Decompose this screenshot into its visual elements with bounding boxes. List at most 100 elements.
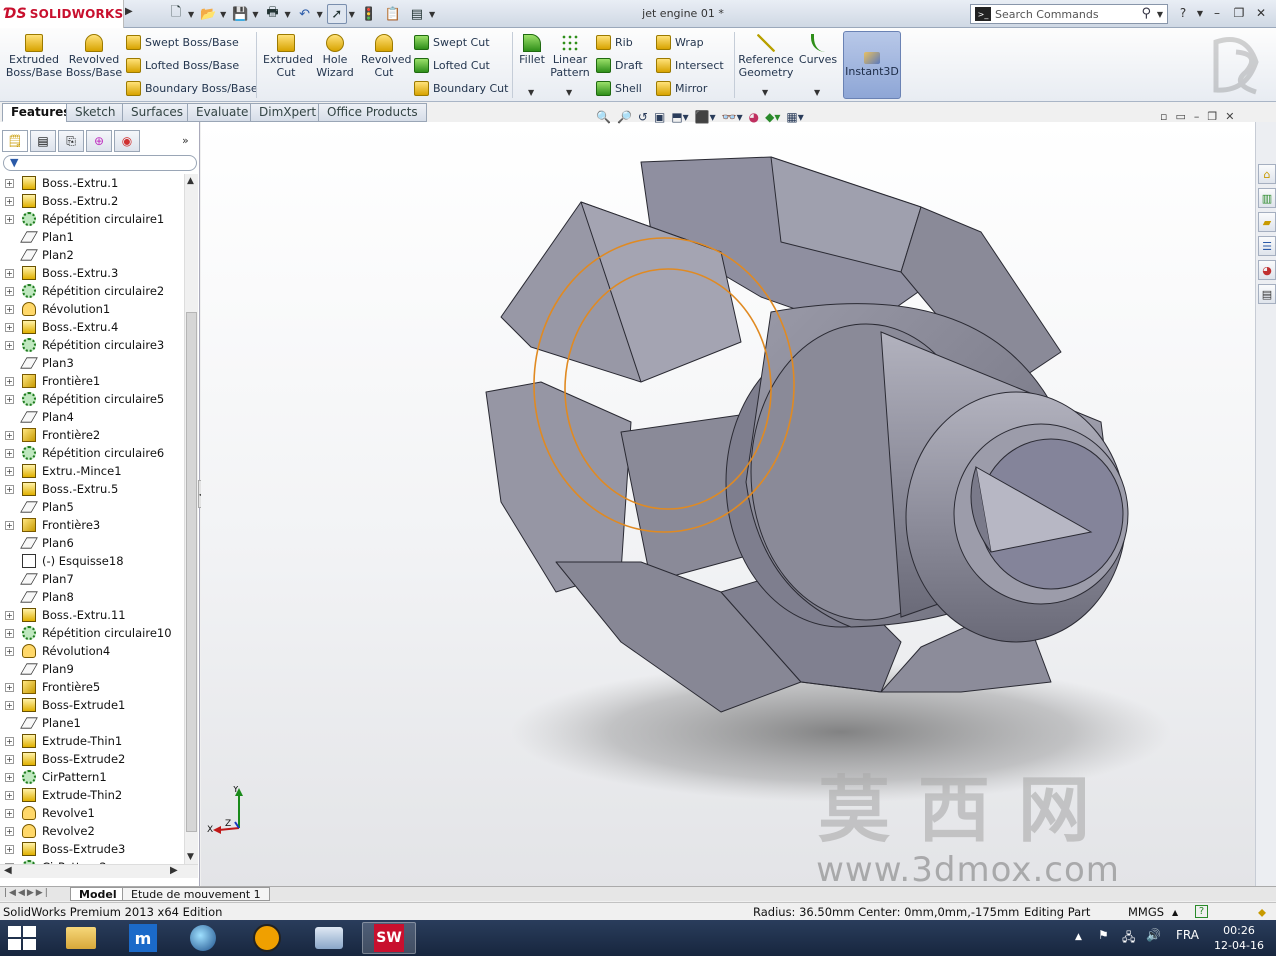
expand-icon[interactable]: + [5,322,14,332]
expand-icon[interactable]: + [5,610,14,620]
scroll-right-icon[interactable]: ▶ [170,865,178,876]
feature-tree-item[interactable]: + Répétition circulaire5 [0,390,184,408]
dropdown-icon[interactable]: ▼ [429,10,435,19]
dropdown-icon[interactable]: ▼ [220,10,226,19]
expand-icon[interactable]: + [5,430,14,440]
view-palette-icon[interactable]: ☰ [1258,236,1276,256]
instant3d-button[interactable]: Instant3D [843,31,901,99]
viewport-minimize-icon[interactable]: – [1194,110,1200,123]
feature-tree-item[interactable]: + Boss.-Extru.4 [0,318,184,336]
tree-vertical-scrollbar[interactable]: ▲ ▼ [184,174,198,864]
feature-tree-item[interactable]: Plan4 [0,408,184,426]
reference-dropdown-icon[interactable]: ▼ [762,88,768,97]
extruded-cut-button[interactable]: Extruded Cut [260,34,313,79]
tab-motion-study[interactable]: Etude de mouvement 1 [122,887,270,901]
help-dropdown-icon[interactable]: ▼ [1196,4,1204,22]
hole-wizard-button[interactable]: Hole Wizard [312,34,358,79]
feature-tree-item[interactable]: + Répétition circulaire3 [0,336,184,354]
rebuild-icon[interactable]: 🚦 [359,4,379,24]
feature-tree-item[interactable]: + Revolve2 [0,822,184,840]
feature-tree-item[interactable]: + Boss.-Extru.5 [0,480,184,498]
rib-button[interactable]: Rib [596,32,633,52]
store-taskbar-icon[interactable]: m [116,922,170,954]
more-tabs-icon[interactable]: » [182,134,189,147]
swept-cut-button[interactable]: Swept Cut [414,32,490,52]
tab-dimxpert[interactable]: DimXpert [250,103,326,122]
expand-icon[interactable]: + [5,736,14,746]
feature-tree-item[interactable]: + Extru.-Mince1 [0,462,184,480]
feature-tree-item[interactable]: Plan6 [0,534,184,552]
expand-icon[interactable]: + [5,790,14,800]
property-manager-tab-icon[interactable]: ▤ [30,130,56,152]
minimize-icon[interactable]: – [1208,4,1226,22]
feature-tree-item[interactable]: + Boss.-Extru.11 [0,606,184,624]
search-commands-box[interactable]: >_ Search Commands ⚲ ▼ [970,4,1168,24]
app-boat-taskbar-icon[interactable] [302,922,356,954]
restore-icon[interactable]: ❐ [1230,4,1248,22]
custom-properties-icon[interactable]: ▤ [1258,284,1276,304]
tab-surfaces[interactable]: Surfaces [122,103,192,122]
file-properties-icon[interactable]: 📋 [383,4,403,24]
scroll-left-icon[interactable]: ◀ [4,865,12,876]
expand-icon[interactable]: + [5,772,14,782]
zoom-to-area-icon[interactable]: 🔎 [617,110,632,124]
expand-icon[interactable]: + [5,646,14,656]
expand-icon[interactable]: + [5,700,14,710]
feature-tree-item[interactable]: Plan2 [0,246,184,264]
graphics-area[interactable]: Y Z X 莫西网 www.3dmox.com [201,122,1255,886]
section-view-icon[interactable]: ▣ [654,110,665,124]
tree-horizontal-scrollbar[interactable]: ◀ ▶ [0,864,198,878]
expand-icon[interactable]: + [5,844,14,854]
reference-geometry-button[interactable]: Reference Geometry [738,34,794,79]
curves-dropdown-icon[interactable]: ▼ [814,88,820,97]
units-dropdown-icon[interactable]: ▲ [1172,908,1178,917]
feature-tree-item[interactable]: + Révolution4 [0,642,184,660]
save-icon[interactable]: 💾 [230,4,250,24]
feature-tree-item[interactable]: + Boss-Extrude1 [0,696,184,714]
expand-icon[interactable]: + [5,214,14,224]
dropdown-icon[interactable]: ▼ [349,10,355,19]
feature-tree-item[interactable]: + Boss.-Extru.3 [0,264,184,282]
feature-tree-item[interactable]: Plan7 [0,570,184,588]
expand-icon[interactable]: + [5,466,14,476]
dropdown-icon[interactable]: ▼ [284,10,290,19]
volume-icon[interactable]: 🔊 [1146,928,1161,942]
feature-tree-item[interactable]: Plane1 [0,714,184,732]
feature-tree-item[interactable]: Plan3 [0,354,184,372]
lofted-boss-button[interactable]: Lofted Boss/Base [126,55,239,75]
tab-evaluate[interactable]: Evaluate [187,103,258,122]
mirror-button[interactable]: Mirror [656,78,707,98]
previous-view-icon[interactable]: ↺ [638,110,648,124]
scroll-down-icon[interactable]: ▼ [187,852,194,862]
feature-tree-item[interactable]: + Frontière2 [0,426,184,444]
dimxpert-manager-tab-icon[interactable]: ⊕ [86,130,112,152]
file-explorer-taskbar-icon[interactable] [54,922,108,954]
expand-icon[interactable]: + [5,628,14,638]
curves-button[interactable]: Curves [798,34,838,66]
expand-icon[interactable]: + [5,268,14,278]
expand-icon[interactable]: + [5,826,14,836]
revolved-boss-button[interactable]: Revolved Boss/Base [66,34,122,79]
expand-icon[interactable]: + [5,484,14,494]
apply-scene-icon[interactable]: ◆▾ [765,110,780,124]
boundary-boss-button[interactable]: Boundary Boss/Base [126,78,258,98]
expand-icon[interactable]: + [5,178,14,188]
feature-tree-item[interactable]: Plan5 [0,498,184,516]
feature-tree-item[interactable]: + Répétition circulaire10 [0,624,184,642]
expand-icon[interactable]: + [5,196,14,206]
feature-tree-item[interactable]: + Extrude-Thin1 [0,732,184,750]
expand-icon[interactable]: + [5,376,14,386]
tab-model[interactable]: Model [70,887,126,901]
new-document-icon[interactable]: 🗋 [166,4,186,24]
feature-tree-item[interactable]: (-) Esquisse18 [0,552,184,570]
file-explorer-icon[interactable]: ▰ [1258,212,1276,232]
language-indicator[interactable]: FRA [1176,928,1199,942]
expand-icon[interactable]: + [5,394,14,404]
solidworks-logo[interactable]: ƊS SOLIDWORKS [0,0,124,28]
hide-show-items-icon[interactable]: 👓▾ [722,110,743,124]
shell-button[interactable]: Shell [596,78,642,98]
intersect-button[interactable]: Intersect [656,55,724,75]
feature-tree-item[interactable]: + CirPattern1 [0,768,184,786]
close-icon[interactable]: ✕ [1252,4,1270,22]
solidworks-resources-icon[interactable]: ⌂ [1258,164,1276,184]
